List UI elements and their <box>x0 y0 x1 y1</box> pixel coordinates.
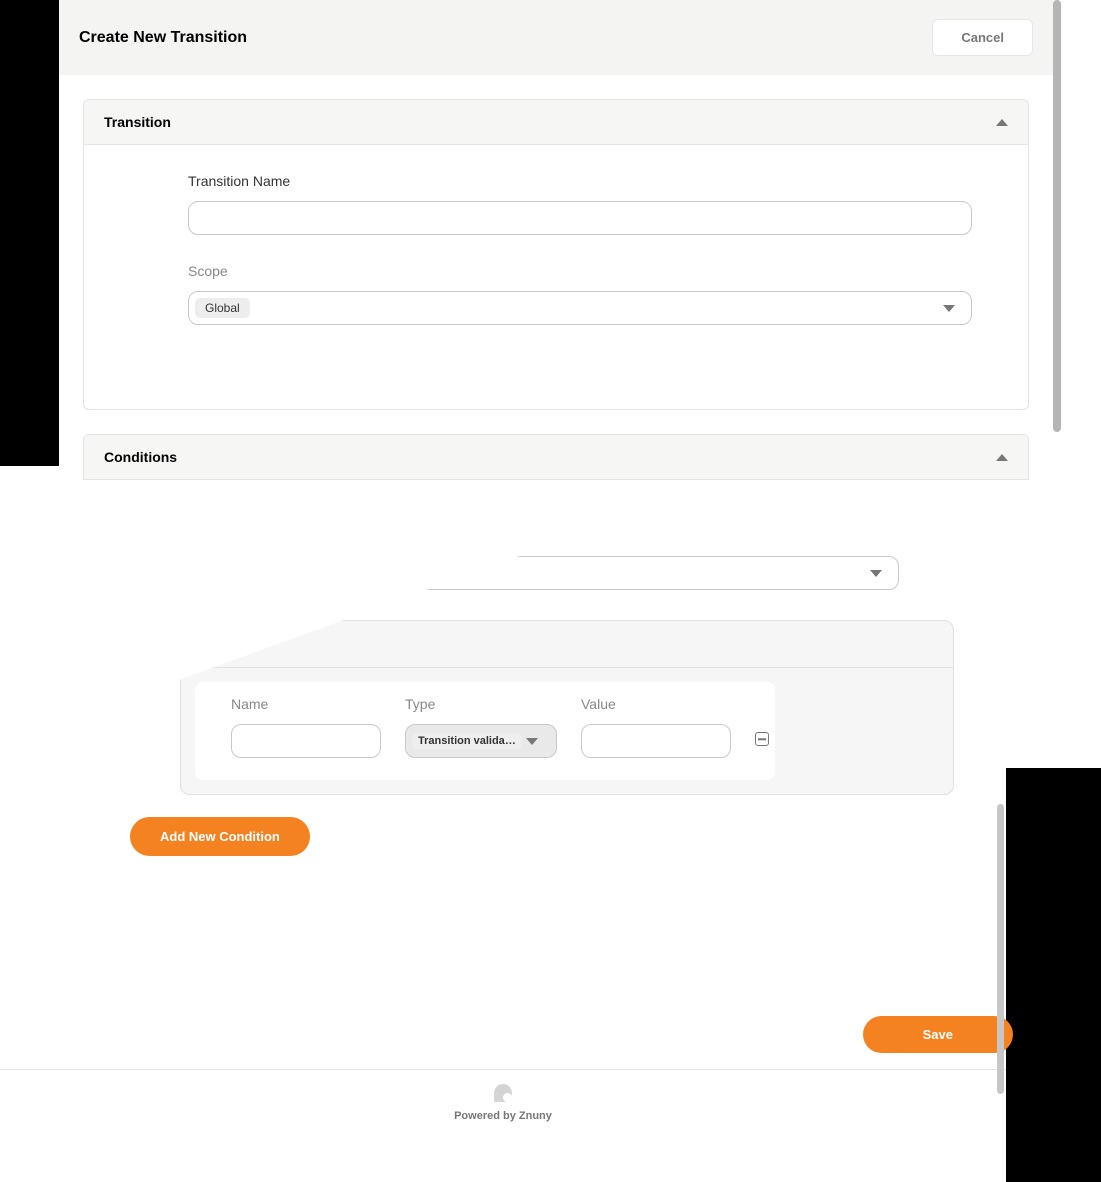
conditions-panel-title: Conditions <box>104 449 177 465</box>
save-button[interactable]: Save <box>863 1016 1013 1053</box>
field-name-input[interactable] <box>231 724 381 758</box>
chevron-down-icon <box>943 305 955 312</box>
main-content: Transition Transition Name Scope Global … <box>59 75 1053 504</box>
field-value-input[interactable] <box>581 724 731 758</box>
remove-field-icon[interactable] <box>755 732 769 746</box>
transition-panel: Transition Transition Name Scope Global <box>83 99 1029 410</box>
field-name-col: Name <box>231 696 381 758</box>
conditions-panel-header[interactable]: Conditions <box>84 435 1028 480</box>
left-black-sidebar <box>0 0 59 466</box>
page-footer: Powered by Znuny <box>0 1069 1006 1146</box>
transition-panel-body: Transition Name Scope Global <box>84 145 1028 409</box>
field-type-select[interactable]: Transition validatio... <box>405 724 557 758</box>
fields-card-header: Fields <box>181 621 953 668</box>
conditions-body-card: Conditions can only operate on non-empty… <box>25 489 969 876</box>
znuny-logo-icon <box>494 1084 512 1102</box>
transition-panel-header[interactable]: Transition <box>84 100 1028 145</box>
transition-panel-title: Transition <box>104 114 171 130</box>
scrollbar-thumb[interactable] <box>1053 0 1061 432</box>
cancel-button[interactable]: Cancel <box>932 19 1033 56</box>
transition-name-input[interactable] <box>188 201 972 235</box>
field-type-selected: Transition validatio... <box>412 733 522 749</box>
field-value-label: Value <box>581 696 731 712</box>
scrollbar-thumb[interactable] <box>997 804 1004 1094</box>
chevron-down-icon <box>526 738 538 745</box>
scrollbar-top[interactable] <box>1053 0 1061 432</box>
transition-name-field: Transition Name <box>188 173 972 235</box>
scope-selected-chip: Global <box>195 298 250 318</box>
page-title: Create New Transition <box>79 29 247 47</box>
field-type-col: Type Transition validatio... <box>405 696 557 758</box>
scrollbar-bottom[interactable] <box>997 768 1005 1168</box>
field-value-col: Value <box>581 696 731 758</box>
linking-selected-chip: and <box>188 563 228 583</box>
caret-up-icon <box>996 119 1008 126</box>
conditions-hint-text: Conditions can only operate on non-empty… <box>195 489 969 504</box>
add-condition-button[interactable]: Add New Condition <box>130 817 310 856</box>
conditions-panel: Conditions <box>83 434 1029 480</box>
field-type-label: Type <box>405 696 557 712</box>
field-row: Name Type Transition validatio... Value <box>195 682 775 780</box>
fields-card-title: Fields <box>203 639 243 655</box>
right-black-sidebar <box>1006 768 1101 1182</box>
transition-name-label: Transition Name <box>188 173 972 189</box>
scope-label: Scope <box>188 263 972 279</box>
linking-type-label: Type of Linking between Conditions <box>181 528 969 544</box>
scope-field: Scope Global <box>188 263 972 325</box>
linking-type-select[interactable]: and <box>181 556 899 590</box>
field-name-label: Name <box>231 696 381 712</box>
fields-card: Fields Name Type Transition validatio...… <box>180 620 954 795</box>
chevron-down-icon <box>870 570 882 577</box>
linking-select-wrap: and <box>181 556 899 590</box>
page-header: Create New Transition Cancel <box>59 0 1053 75</box>
caret-up-icon <box>996 454 1008 461</box>
footer-text: Powered by Znuny <box>454 1110 552 1122</box>
scope-select[interactable]: Global <box>188 291 972 325</box>
